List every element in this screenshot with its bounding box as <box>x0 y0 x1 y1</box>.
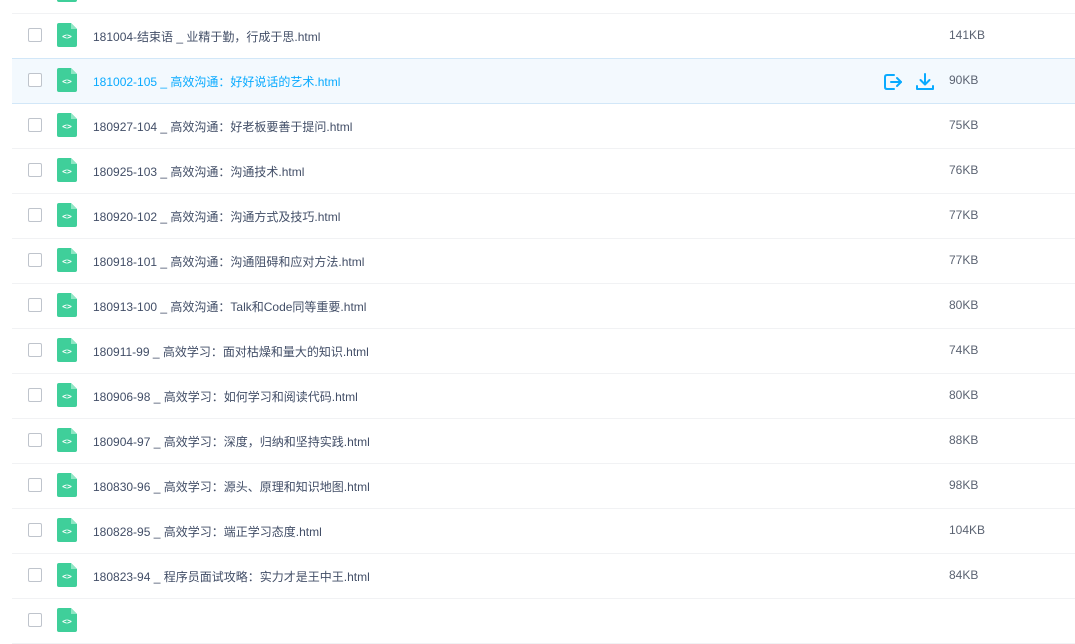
file-name[interactable]: 180913-100 _ 高效沟通：Talk和Code同等重要.html <box>93 298 366 315</box>
file-name[interactable]: 180828-95 _ 高效学习：端正学习态度.html <box>93 523 322 540</box>
file-name[interactable]: 180927-104 _ 高效沟通：好老板要善于提问.html <box>93 118 352 135</box>
row-checkbox[interactable] <box>28 523 42 537</box>
svg-text:<>: <> <box>62 32 72 41</box>
file-size: 76KB <box>949 163 979 177</box>
html-file-icon: <> <box>57 293 77 317</box>
file-row[interactable]: <> 180830-96 _ 高效学习：源头、原理和知识地图.html 98KB <box>12 464 1075 509</box>
file-name[interactable]: 180911-99 _ 高效学习：面对枯燥和量大的知识.html <box>93 343 369 360</box>
html-file-icon: <> <box>57 23 77 47</box>
file-name[interactable]: 180823-94 _ 程序员面试攻略：实力才是王中王.html <box>93 568 370 585</box>
row-checkbox[interactable] <box>28 478 42 492</box>
row-checkbox[interactable] <box>28 208 42 222</box>
file-size: 104KB <box>949 523 986 537</box>
html-file-icon: <> <box>57 338 77 362</box>
row-checkbox[interactable] <box>28 388 42 402</box>
row-checkbox[interactable] <box>28 118 42 132</box>
html-file-icon: <> <box>57 428 77 452</box>
html-file-icon: <> <box>57 68 77 92</box>
svg-text:<>: <> <box>62 617 72 626</box>
file-size: 88KB <box>949 433 979 447</box>
file-row[interactable]: <> <box>12 599 1075 644</box>
file-row[interactable]: <> 180920-102 _ 高效沟通：沟通方式及技巧.html 77KB <box>12 194 1075 239</box>
file-size: 84KB <box>949 568 979 582</box>
html-file-icon: <> <box>57 608 77 632</box>
html-file-icon: <> <box>57 113 77 137</box>
file-list: <> <> 181004-结束语 _ 业精于勤，行成于思.html 141KB <> 18… <box>12 0 1075 644</box>
file-row[interactable]: <> 181002-105 _ 高效沟通：好好说话的艺术.html 90KB <box>12 58 1075 104</box>
svg-text:<>: <> <box>62 437 72 446</box>
row-checkbox[interactable] <box>28 568 42 582</box>
file-size: 141KB <box>949 28 986 42</box>
file-row[interactable]: <> 180918-101 _ 高效沟通：沟通阻碍和应对方法.html 77KB <box>12 239 1075 284</box>
row-checkbox[interactable] <box>28 433 42 447</box>
svg-text:<>: <> <box>62 257 72 266</box>
file-size: 74KB <box>949 343 979 357</box>
download-icon[interactable] <box>915 72 935 92</box>
html-file-icon: <> <box>57 518 77 542</box>
svg-text:<>: <> <box>62 392 72 401</box>
file-name[interactable]: 180918-101 _ 高效沟通：沟通阻碍和应对方法.html <box>93 253 364 270</box>
file-size: 90KB <box>949 73 979 87</box>
file-name[interactable]: 180925-103 _ 高效沟通：沟通技术.html <box>93 163 304 180</box>
svg-text:<>: <> <box>62 167 72 176</box>
file-size: 98KB <box>949 478 979 492</box>
file-row[interactable]: <> 180925-103 _ 高效沟通：沟通技术.html 76KB <box>12 149 1075 194</box>
file-name[interactable]: 181004-结束语 _ 业精于勤，行成于思.html <box>93 28 320 45</box>
file-row[interactable]: <> 180913-100 _ 高效沟通：Talk和Code同等重要.html 80… <box>12 284 1075 329</box>
row-checkbox[interactable] <box>28 163 42 177</box>
svg-text:<>: <> <box>62 212 72 221</box>
svg-text:<>: <> <box>62 122 72 131</box>
html-file-icon: <> <box>57 473 77 497</box>
file-size: 77KB <box>949 253 979 267</box>
file-row[interactable]: <> 180823-94 _ 程序员面试攻略：实力才是王中王.html 84KB <box>12 554 1075 599</box>
row-checkbox[interactable] <box>28 28 42 42</box>
html-file-icon: <> <box>57 383 77 407</box>
svg-text:<>: <> <box>62 77 72 86</box>
file-row[interactable]: <> 180906-98 _ 高效学习：如何学习和阅读代码.html 80KB <box>12 374 1075 419</box>
html-file-icon: <> <box>57 0 77 2</box>
file-name[interactable]: 180904-97 _ 高效学习：深度，归纳和坚持实践.html <box>93 433 370 450</box>
svg-text:<>: <> <box>62 572 72 581</box>
html-file-icon: <> <box>57 563 77 587</box>
row-checkbox[interactable] <box>28 253 42 267</box>
file-row[interactable]: <> 180828-95 _ 高效学习：端正学习态度.html 104KB <box>12 509 1075 554</box>
file-size: 80KB <box>949 388 979 402</box>
svg-text:<>: <> <box>62 347 72 356</box>
html-file-icon: <> <box>57 158 77 182</box>
svg-text:<>: <> <box>62 302 72 311</box>
row-checkbox[interactable] <box>28 73 42 87</box>
file-row[interactable]: <> 180904-97 _ 高效学习：深度，归纳和坚持实践.html 88KB <box>12 419 1075 464</box>
file-name[interactable]: 181002-105 _ 高效沟通：好好说话的艺术.html <box>93 73 340 90</box>
file-size: 77KB <box>949 208 979 222</box>
file-name[interactable]: 180920-102 _ 高效沟通：沟通方式及技巧.html <box>93 208 340 225</box>
svg-text:<>: <> <box>62 527 72 536</box>
svg-text:<>: <> <box>62 482 72 491</box>
share-out-icon[interactable] <box>883 72 903 92</box>
file-size: 80KB <box>949 298 979 312</box>
file-name[interactable]: 180830-96 _ 高效学习：源头、原理和知识地图.html <box>93 478 370 495</box>
file-row[interactable]: <> 180927-104 _ 高效沟通：好老板要善于提问.html 75KB <box>12 104 1075 149</box>
row-checkbox[interactable] <box>28 613 42 627</box>
file-row[interactable]: <> <box>12 0 1075 14</box>
file-size: 75KB <box>949 118 979 132</box>
file-row[interactable]: <> 181004-结束语 _ 业精于勤，行成于思.html 141KB <box>12 14 1075 59</box>
row-checkbox[interactable] <box>28 343 42 357</box>
file-row[interactable]: <> 180911-99 _ 高效学习：面对枯燥和量大的知识.html 74KB <box>12 329 1075 374</box>
file-name[interactable]: 180906-98 _ 高效学习：如何学习和阅读代码.html <box>93 388 358 405</box>
html-file-icon: <> <box>57 203 77 227</box>
row-checkbox[interactable] <box>28 298 42 312</box>
html-file-icon: <> <box>57 248 77 272</box>
